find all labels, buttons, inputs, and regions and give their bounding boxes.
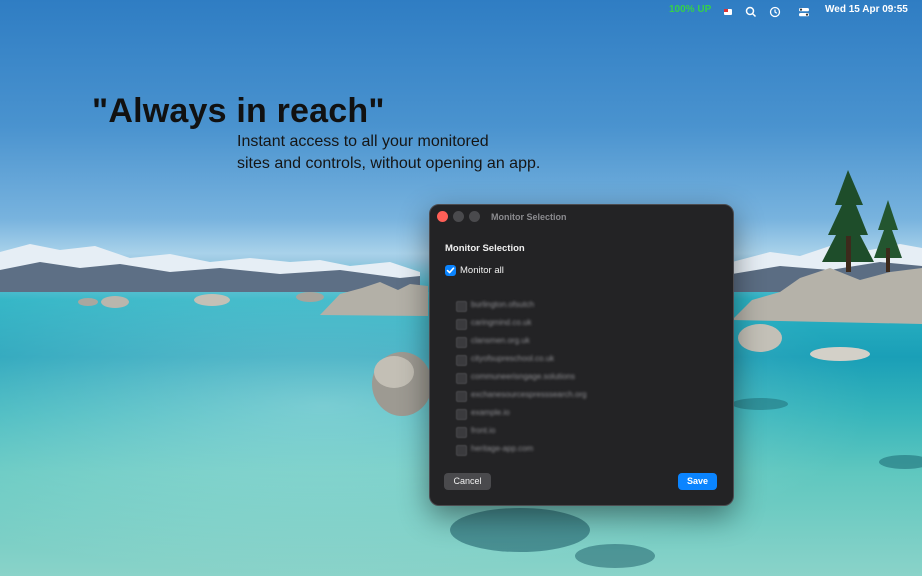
title-bar[interactable]: Monitor Selection [430, 205, 733, 229]
minimize-window-button [453, 211, 464, 222]
site-checkbox [456, 319, 467, 330]
app-flag-icon[interactable] [722, 5, 734, 17]
site-label: communeerisngage.solutions [471, 372, 576, 381]
site-label: clansmen.org.uk [471, 336, 530, 345]
cancel-button[interactable]: Cancel [444, 473, 491, 490]
search-icon[interactable] [745, 5, 757, 18]
monitor-all-label: Monitor all [460, 265, 504, 276]
monitor-selection-window: Monitor Selection Monitor Selection Moni… [429, 204, 734, 506]
zoom-window-button [469, 211, 480, 222]
save-button[interactable]: Save [678, 473, 717, 490]
site-checkbox [456, 391, 467, 402]
section-title: Monitor Selection [445, 243, 525, 254]
site-list: burlington.ofsutch caringmind.co.uk clan… [456, 297, 716, 459]
site-row: caringmind.co.uk [456, 315, 716, 333]
site-label: example.io [471, 408, 510, 417]
checkmark-icon [446, 267, 455, 274]
monitor-all-checkbox[interactable] [445, 265, 456, 276]
site-label: burlington.ofsutch [471, 300, 535, 309]
window-title: Monitor Selection [491, 212, 567, 222]
site-row: example.io [456, 405, 716, 423]
subheadline-line-1: Instant access to all your monitored [237, 133, 489, 150]
site-checkbox [456, 373, 467, 384]
subheadline: Instant access to all your monitored sit… [237, 131, 577, 175]
site-checkbox [456, 355, 467, 366]
close-window-button[interactable] [437, 211, 448, 222]
site-label: front.io [471, 426, 496, 435]
site-row: heritage-app.com [456, 441, 716, 459]
site-row: front.io [456, 423, 716, 441]
subheadline-line-2: sites and controls, without opening an a… [237, 155, 541, 172]
site-checkbox [456, 301, 467, 312]
site-label: caringmind.co.uk [471, 318, 532, 327]
site-row: exchanesourcespresssearch.org [456, 387, 716, 405]
control-center-icon[interactable] [798, 5, 810, 17]
menu-bar: 100% UP Wed 15 Apr 09:55 [0, 0, 922, 22]
site-row: cityofsupreschool.co.uk [456, 351, 716, 369]
menu-bar-clock[interactable]: Wed 15 Apr 09:55 [825, 4, 908, 15]
uptime-status[interactable]: 100% UP [669, 4, 711, 15]
site-checkbox [456, 427, 467, 438]
site-row: communeerisngage.solutions [456, 369, 716, 387]
site-label: cityofsupreschool.co.uk [471, 354, 555, 363]
time-machine-icon[interactable] [769, 5, 781, 18]
site-checkbox [456, 409, 467, 420]
headline: "Always in reach" [92, 92, 385, 130]
site-row: clansmen.org.uk [456, 333, 716, 351]
site-checkbox [456, 445, 467, 456]
site-label: exchanesourcespresssearch.org [471, 390, 587, 399]
site-label: heritage-app.com [471, 444, 534, 453]
site-checkbox [456, 337, 467, 348]
site-row: burlington.ofsutch [456, 297, 716, 315]
